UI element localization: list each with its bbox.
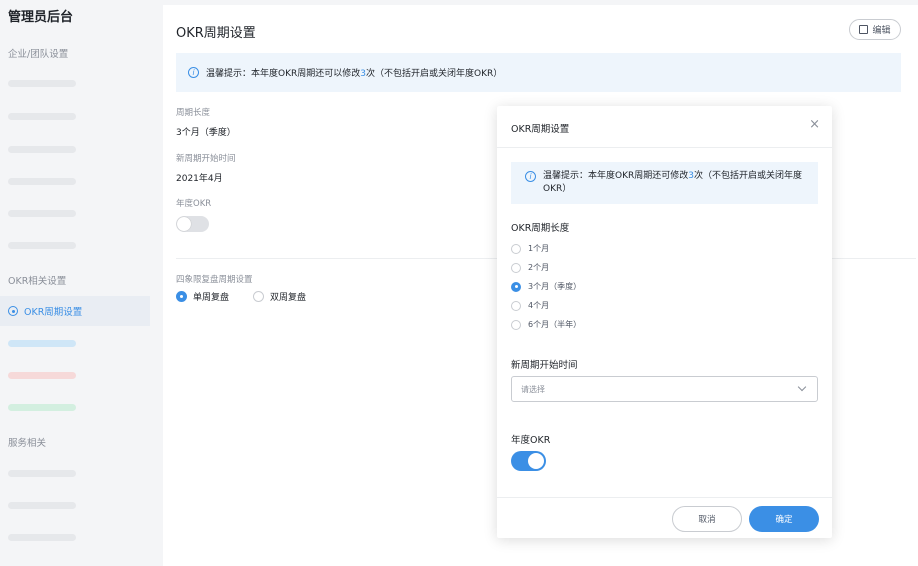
length-option[interactable]: 1个月 xyxy=(511,239,581,258)
sidebar-item-placeholder[interactable] xyxy=(8,534,76,541)
page-title: OKR周期设置 xyxy=(176,26,256,41)
start-time-select[interactable]: 请选择 xyxy=(511,376,818,402)
radio-unchecked-icon xyxy=(511,319,521,330)
sidebar-item-placeholder[interactable] xyxy=(8,340,76,347)
radio-unchecked-icon xyxy=(253,291,265,302)
settings-icon xyxy=(8,306,18,316)
notice-banner: i 温馨提示：本年度OKR周期还可以修改3次（不包括开启或关闭年度OKR） xyxy=(176,53,901,92)
group-label-enterprise: 企业/团队设置 xyxy=(8,49,69,60)
radio-label: 单周复盘 xyxy=(193,293,230,303)
dialog-divider xyxy=(497,147,832,148)
radio-unchecked-icon xyxy=(511,262,521,273)
sidebar-item-placeholder[interactable] xyxy=(8,470,76,477)
option-label: 6个月（半年） xyxy=(528,320,582,329)
radio-weekly[interactable]: 单周复盘 xyxy=(176,290,229,303)
radio-label: 双周复盘 xyxy=(270,293,307,303)
annual-okr-toggle[interactable] xyxy=(176,216,209,232)
info-icon: i xyxy=(188,67,199,78)
length-section-title: OKR周期长度 xyxy=(511,223,570,234)
radio-checked-icon xyxy=(511,281,521,292)
info-icon: i xyxy=(525,171,536,182)
okr-cycle-dialog: OKR周期设置 × i 温馨提示：本年度OKR周期还可修改3次（不包括开启或关闭… xyxy=(497,106,832,538)
length-option[interactable]: 3个月（季度） xyxy=(511,277,581,296)
dialog-footer-divider xyxy=(497,497,832,498)
notice-prefix: 温馨提示：本年度OKR周期还可修改 xyxy=(543,171,689,181)
chevron-down-icon xyxy=(797,382,807,392)
group-label-service: 服务相关 xyxy=(8,438,47,449)
edit-icon xyxy=(859,25,869,34)
sidebar: 管理员后台 企业/团队设置 OKR相关设置 OKR周期设置 服务相关 xyxy=(0,0,150,566)
sidebar-item-placeholder[interactable] xyxy=(8,404,76,411)
sidebar-item-placeholder[interactable] xyxy=(8,80,76,87)
option-label: 4个月 xyxy=(528,301,550,310)
notice-suffix: 次（不包括开启或关闭年度OKR） xyxy=(365,69,503,79)
sidebar-item-placeholder[interactable] xyxy=(8,178,76,185)
radio-biweekly[interactable]: 双周复盘 xyxy=(253,290,306,303)
review-cycle-options: 单周复盘 双周复盘 xyxy=(176,290,306,303)
cycle-length-value: 3个月（季度） xyxy=(176,128,236,138)
radio-unchecked-icon xyxy=(511,300,521,311)
length-option[interactable]: 2个月 xyxy=(511,258,581,277)
option-label: 3个月（季度） xyxy=(528,282,582,291)
close-icon[interactable]: × xyxy=(809,118,820,131)
option-label: 1个月 xyxy=(528,244,550,253)
edit-button[interactable]: 编辑 xyxy=(849,19,901,40)
radio-checked-icon xyxy=(176,291,187,302)
sidebar-item-placeholder[interactable] xyxy=(8,502,76,509)
sidebar-item-placeholder[interactable] xyxy=(8,146,76,153)
notice-text: 温馨提示：本年度OKR周期还可以修改3次（不包括开启或关闭年度OKR） xyxy=(206,66,502,79)
brand-title: 管理员后台 xyxy=(8,10,74,25)
dialog-title: OKR周期设置 xyxy=(511,124,570,135)
option-label: 2个月 xyxy=(528,263,550,272)
annual-okr-label: 年度OKR xyxy=(176,199,212,209)
review-cycle-label: 四象限复盘周期设置 xyxy=(176,275,253,285)
annual-section-title: 年度OKR xyxy=(511,435,551,446)
notice-prefix: 温馨提示：本年度OKR周期还可以修改 xyxy=(206,69,361,79)
radio-unchecked-icon xyxy=(511,243,521,254)
sidebar-item-label: OKR周期设置 xyxy=(24,307,83,318)
cycle-length-label: 周期长度 xyxy=(176,108,211,118)
sidebar-item-placeholder[interactable] xyxy=(8,210,76,217)
edit-button-label: 编辑 xyxy=(872,26,891,36)
dialog-notice: i 温馨提示：本年度OKR周期还可修改3次（不包括开启或关闭年度OKR） xyxy=(511,162,818,204)
start-section-title: 新周期开始时间 xyxy=(511,360,578,371)
confirm-button[interactable]: 确定 xyxy=(749,506,819,532)
sidebar-item-okr-cycle[interactable]: OKR周期设置 xyxy=(0,296,150,326)
length-options: 1个月 2个月 3个月（季度） 4个月 6个月（半年） xyxy=(511,239,581,334)
length-option[interactable]: 4个月 xyxy=(511,296,581,315)
dialog-notice-text: 温馨提示：本年度OKR周期还可修改3次（不包括开启或关闭年度OKR） xyxy=(543,170,808,196)
start-time-label: 新周期开始时间 xyxy=(176,154,236,164)
sidebar-item-placeholder[interactable] xyxy=(8,372,76,379)
annual-okr-toggle[interactable] xyxy=(511,451,546,471)
select-placeholder: 请选择 xyxy=(521,384,545,394)
length-option[interactable]: 6个月（半年） xyxy=(511,315,581,334)
sidebar-item-placeholder[interactable] xyxy=(8,242,76,249)
cancel-button[interactable]: 取消 xyxy=(672,506,742,532)
group-label-okr: OKR相关设置 xyxy=(8,276,67,287)
sidebar-item-placeholder[interactable] xyxy=(8,113,76,120)
start-time-value: 2021年4月 xyxy=(176,174,223,184)
